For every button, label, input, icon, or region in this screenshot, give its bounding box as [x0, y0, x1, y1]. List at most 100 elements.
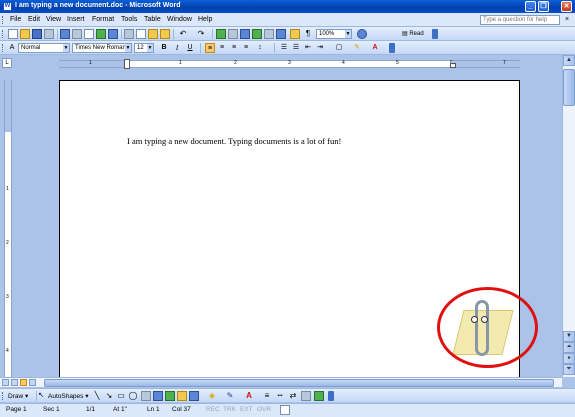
styles-pane-icon[interactable]: A: [7, 43, 17, 53]
underline-button[interactable]: U: [185, 43, 195, 53]
drawing-icon[interactable]: [276, 29, 286, 39]
research-icon[interactable]: [108, 29, 118, 39]
insert-excel-icon[interactable]: [252, 29, 262, 39]
font-combo[interactable]: Times New Roman ▼: [72, 43, 132, 53]
horizontal-ruler[interactable]: 1 1 2 3 4 5 6 7: [59, 59, 520, 69]
line-spacing-button[interactable]: ↕: [255, 43, 265, 53]
show-hide-icon[interactable]: ¶: [303, 29, 313, 39]
menu-insert[interactable]: Insert: [67, 16, 85, 23]
toolbar-grip[interactable]: [2, 392, 4, 400]
indent-marker[interactable]: [124, 59, 130, 69]
insert-picture-icon[interactable]: [189, 391, 199, 401]
highlight-button[interactable]: ✎: [352, 43, 362, 53]
minimize-button[interactable]: _: [525, 1, 536, 12]
menu-view[interactable]: View: [46, 16, 61, 23]
line-icon[interactable]: ╲: [92, 391, 102, 401]
help-search-input[interactable]: Type a question for help: [480, 15, 560, 25]
chevron-down-icon[interactable]: ▼: [345, 30, 351, 38]
3d-style-icon[interactable]: [314, 391, 324, 401]
email-icon[interactable]: [60, 29, 70, 39]
close-button[interactable]: ✕: [561, 1, 572, 12]
doc-close-icon[interactable]: ×: [565, 16, 569, 23]
text-box-icon[interactable]: [141, 391, 151, 401]
columns-icon[interactable]: [264, 29, 274, 39]
oval-icon[interactable]: ◯: [128, 391, 138, 401]
align-right-button[interactable]: ≡: [229, 43, 239, 53]
chevron-down-icon[interactable]: ▼: [63, 44, 69, 52]
status-trk[interactable]: TRK: [223, 406, 236, 413]
previous-page-button[interactable]: ⏶: [563, 342, 575, 353]
status-ovr[interactable]: OVR: [257, 406, 271, 413]
arrow-style-icon[interactable]: ⇄: [288, 391, 298, 401]
print-layout-view-button[interactable]: [20, 379, 27, 386]
document-map-icon[interactable]: [290, 29, 300, 39]
chevron-down-icon[interactable]: ▼: [147, 44, 153, 52]
borders-button[interactable]: ▢: [334, 43, 344, 53]
read-button[interactable]: ▤ Read: [402, 29, 428, 39]
horizontal-scroll-thumb[interactable]: [44, 379, 554, 387]
font-size-combo[interactable]: 12 ▼: [134, 43, 154, 53]
menu-window[interactable]: Window: [167, 16, 192, 23]
menu-tools[interactable]: Tools: [121, 16, 137, 23]
spelling-icon[interactable]: [96, 29, 106, 39]
select-objects-icon[interactable]: ↖: [36, 391, 46, 401]
toolbar-grip[interactable]: [2, 30, 4, 38]
align-center-button[interactable]: ≡: [217, 43, 227, 53]
tables-borders-icon[interactable]: [228, 29, 238, 39]
autoshapes-menu-button[interactable]: AutoShapes ▾: [48, 392, 89, 400]
diagram-icon[interactable]: [165, 391, 175, 401]
vertical-ruler[interactable]: 1 2 3 4: [4, 80, 12, 377]
vertical-scroll-thumb[interactable]: [563, 69, 575, 106]
status-ext[interactable]: EXT: [240, 406, 253, 413]
cut-icon[interactable]: [124, 29, 134, 39]
outline-view-button[interactable]: [29, 379, 36, 386]
help-icon[interactable]: [357, 29, 367, 39]
zoom-combo[interactable]: 100% ▼: [316, 29, 352, 39]
shadow-style-icon[interactable]: [301, 391, 311, 401]
clip-art-icon[interactable]: [177, 391, 187, 401]
print-preview-icon[interactable]: [84, 29, 94, 39]
toolbar-grip[interactable]: [2, 44, 4, 52]
tab-selector[interactable]: L: [2, 58, 12, 68]
menu-grip[interactable]: [2, 16, 4, 24]
arrow-icon[interactable]: ↘: [104, 391, 114, 401]
permission-icon[interactable]: [44, 29, 54, 39]
new-doc-icon[interactable]: [8, 29, 18, 39]
menu-edit[interactable]: Edit: [28, 16, 40, 23]
decrease-indent-button[interactable]: ⇤: [303, 43, 313, 53]
open-icon[interactable]: [20, 29, 30, 39]
word-app-icon[interactable]: W: [3, 2, 12, 11]
bullets-button[interactable]: ☰: [291, 43, 301, 53]
format-painter-icon[interactable]: [160, 29, 170, 39]
web-layout-view-button[interactable]: [11, 379, 18, 386]
browse-object-button[interactable]: ●: [563, 353, 575, 364]
align-left-button[interactable]: ≡: [205, 43, 215, 53]
italic-button[interactable]: I: [172, 43, 182, 53]
paste-icon[interactable]: [148, 29, 158, 39]
maximize-button[interactable]: ❐: [538, 1, 549, 12]
font-color-button[interactable]: A: [370, 43, 380, 53]
normal-view-button[interactable]: [2, 379, 9, 386]
scroll-up-button[interactable]: ▲: [563, 55, 575, 66]
chevron-down-icon[interactable]: ▼: [125, 44, 131, 52]
menu-table[interactable]: Table: [144, 16, 161, 23]
bold-button[interactable]: B: [159, 43, 169, 53]
spelling-status-icon[interactable]: [280, 405, 290, 415]
vertical-scrollbar[interactable]: ▲ ▼ ⏶ ● ⏷: [562, 55, 575, 377]
menu-format[interactable]: Format: [92, 16, 114, 23]
print-icon[interactable]: [72, 29, 82, 39]
draw-menu-button[interactable]: Draw ▾: [8, 392, 28, 400]
scroll-down-button[interactable]: ▼: [563, 331, 575, 342]
fill-color-icon[interactable]: ◈: [207, 391, 217, 401]
status-rec[interactable]: REC: [206, 406, 220, 413]
increase-indent-button[interactable]: ⇥: [315, 43, 325, 53]
menu-file[interactable]: File: [10, 16, 21, 23]
undo-icon[interactable]: ↶: [178, 29, 188, 39]
wordart-icon[interactable]: [153, 391, 163, 401]
next-page-button[interactable]: ⏷: [563, 364, 575, 375]
justify-button[interactable]: ≡: [241, 43, 251, 53]
style-combo[interactable]: Normal ▼: [18, 43, 70, 53]
redo-icon[interactable]: ↷: [196, 29, 206, 39]
right-indent-marker[interactable]: [450, 63, 456, 68]
document-body-text[interactable]: I am typing a new document. Typing docum…: [127, 136, 341, 146]
